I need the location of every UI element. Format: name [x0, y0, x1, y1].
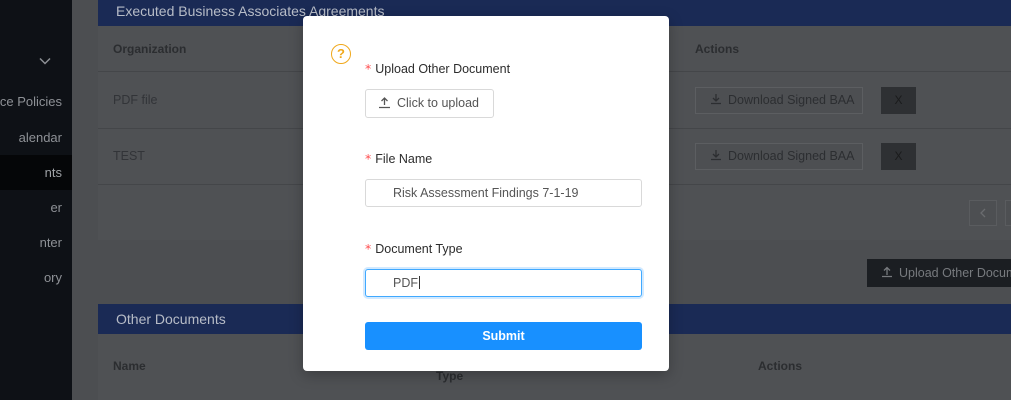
sidebar-item-4[interactable]: er	[0, 190, 72, 225]
baa-row-organization: TEST	[113, 149, 145, 163]
col-actions: Actions	[695, 42, 740, 56]
remove-baa-button[interactable]: X	[881, 87, 916, 114]
chevron-left-icon	[980, 208, 986, 218]
col-name: Name	[113, 359, 146, 373]
download-signed-baa-button[interactable]: Download Signed BAA	[695, 87, 863, 114]
pagination-page-button[interactable]	[1005, 200, 1011, 226]
document-type-input[interactable]: PDF	[365, 269, 642, 297]
upload-other-document-button[interactable]: Upload Other Docum	[867, 259, 1011, 287]
click-to-upload-button[interactable]: Click to upload	[365, 89, 494, 118]
col-type: Type	[436, 369, 464, 383]
document-type-label: * Document Type	[365, 241, 463, 256]
upload-other-document-label: * Upload Other Document	[365, 61, 511, 76]
chevron-down-icon[interactable]	[38, 54, 52, 68]
required-mark: *	[365, 151, 372, 166]
sidebar-item-center[interactable]: nter	[0, 225, 72, 260]
sidebar-item-documents[interactable]: nts	[0, 155, 72, 190]
file-name-input[interactable]: Risk Assessment Findings 7-1-19	[365, 179, 642, 207]
required-mark: *	[365, 61, 372, 76]
download-icon	[711, 150, 721, 161]
upload-icon	[379, 97, 390, 109]
sidebar: ace Policies alendar nts er nter ory	[0, 0, 72, 400]
submit-button[interactable]: Submit	[365, 322, 642, 350]
upload-icon	[882, 266, 892, 278]
download-icon	[711, 94, 721, 105]
pagination-prev-button[interactable]	[969, 200, 997, 226]
baa-row-organization: PDF file	[113, 93, 158, 107]
file-name-label: * File Name	[365, 151, 433, 166]
upload-document-modal: ? * Upload Other Document Click to upload…	[303, 16, 669, 371]
sidebar-item-calendar[interactable]: alendar	[0, 120, 72, 155]
text-caret	[419, 276, 420, 289]
col-actions: Actions	[758, 359, 803, 373]
question-icon: ?	[331, 44, 351, 64]
required-mark: *	[365, 241, 372, 256]
sidebar-item-history[interactable]: ory	[0, 260, 72, 295]
remove-baa-button[interactable]: X	[881, 143, 916, 170]
download-signed-baa-button[interactable]: Download Signed BAA	[695, 143, 863, 170]
sidebar-item-compliance-policies[interactable]: ace Policies	[0, 84, 72, 119]
col-organization: Organization	[113, 42, 187, 56]
